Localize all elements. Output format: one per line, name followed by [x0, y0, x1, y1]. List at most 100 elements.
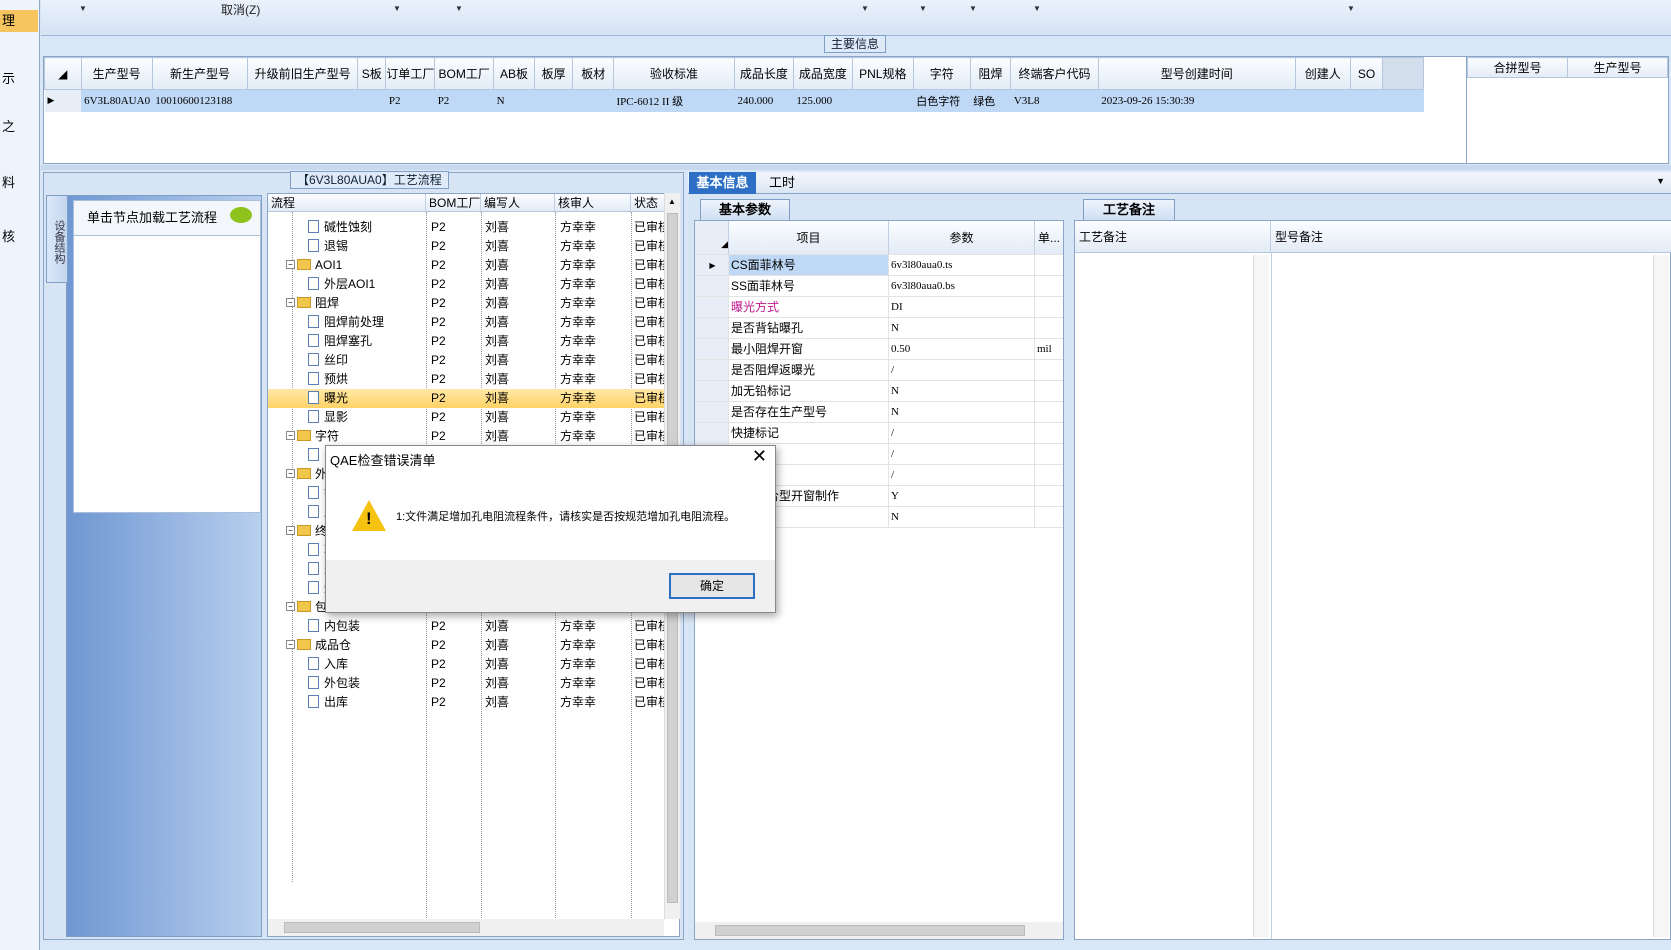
param-unit[interactable] [1035, 381, 1063, 402]
column-header[interactable]: 验收标准 [613, 57, 735, 90]
column-header[interactable]: BOM工厂 [434, 57, 495, 90]
tree-row[interactable]: 碱性蚀刻 P2 刘喜 方幸幸 已审核 [268, 218, 665, 237]
column-header[interactable]: 新生产型号 [151, 57, 249, 90]
tree-row[interactable]: 预烘 P2 刘喜 方幸幸 已审核 [268, 370, 665, 389]
param-unit[interactable] [1035, 402, 1063, 423]
column-header[interactable]: 创建人 [1294, 57, 1351, 90]
tab-process-notes[interactable]: 工艺备注 [1083, 199, 1175, 220]
collapse-icon[interactable]: − [286, 602, 295, 611]
column-header[interactable]: 型号创建时间 [1097, 57, 1296, 90]
tree-node[interactable]: 丝印 [308, 351, 426, 370]
tree-node[interactable]: 预烘 [308, 370, 426, 389]
param-value[interactable]: DI [889, 297, 1035, 318]
param-unit[interactable] [1035, 507, 1063, 528]
param-value[interactable]: N [889, 381, 1035, 402]
param-unit[interactable] [1035, 255, 1063, 276]
param-item[interactable]: 加无铅标记 [729, 381, 889, 402]
tree-node[interactable]: 入库 [308, 655, 426, 674]
column-header[interactable]: 生产型号 [1567, 57, 1668, 78]
chevron-down-icon[interactable]: ▼ [861, 4, 869, 13]
collapse-icon[interactable]: − [286, 526, 295, 535]
tree-node[interactable]: 内包装 [308, 617, 426, 636]
column-header[interactable]: 项目 [729, 221, 889, 255]
param-item[interactable]: 曝光方式 [729, 297, 889, 318]
row-header[interactable] [695, 276, 729, 297]
column-header[interactable]: 成品长度 [733, 57, 794, 90]
grid-cell[interactable]: IPC-6012 II 级 [614, 90, 735, 112]
collapse-icon[interactable]: − [286, 469, 295, 478]
side-tab[interactable]: 设备结构 [46, 195, 68, 283]
chevron-down-icon[interactable]: ▼ [1347, 4, 1355, 13]
tree-row[interactable]: − 阻焊 P2 刘喜 方幸幸 已审核 [268, 294, 665, 313]
tree-node[interactable]: 曝光 [308, 389, 426, 408]
tree-row[interactable]: 显影 P2 刘喜 方幸幸 已审核 [268, 408, 665, 427]
tree-node[interactable]: 退锡 [308, 237, 426, 256]
notes-scrollbar[interactable] [1653, 255, 1669, 937]
column-header[interactable]: BOM工厂 [426, 194, 481, 212]
param-item[interactable]: 是否背钻曝孔 [729, 318, 889, 339]
row-header[interactable] [695, 360, 729, 381]
chevron-down-icon[interactable]: ▼ [969, 4, 977, 13]
column-header[interactable]: 升级前旧生产型号 [247, 57, 358, 90]
grid-cell[interactable]: 绿色 [970, 90, 1011, 112]
grid-cell[interactable] [1295, 90, 1350, 112]
column-header[interactable]: 参数 [889, 221, 1035, 255]
grid-cell[interactable]: 125.000 [793, 90, 852, 112]
collapse-icon[interactable]: − [286, 431, 295, 440]
param-value[interactable]: N [889, 507, 1035, 528]
tree-row[interactable]: 内包装 P2 刘喜 方幸幸 已审核 [268, 617, 665, 636]
grid-cell[interactable] [248, 90, 358, 112]
grid-corner[interactable]: ◢ [44, 57, 82, 90]
param-value[interactable]: N [889, 402, 1035, 423]
param-unit[interactable] [1035, 360, 1063, 381]
cancel-button[interactable]: 取消(Z) [221, 1, 260, 18]
tree-row[interactable]: − 字符 P2 刘喜 方幸幸 已审核 [268, 427, 665, 446]
tree-node[interactable]: − AOI1 [286, 256, 426, 275]
chevron-down-icon[interactable]: ▼ [79, 4, 87, 13]
column-header[interactable]: 型号备注 [1271, 221, 1671, 253]
tree-row[interactable]: 曝光 P2 刘喜 方幸幸 已审核 [268, 389, 665, 408]
tree-node[interactable]: − 字符 [286, 427, 426, 446]
tree-node[interactable]: − 成品仓 [286, 636, 426, 655]
column-header[interactable]: 合拼型号 [1467, 57, 1568, 78]
param-item[interactable]: 快捷标记 [729, 423, 889, 444]
param-value[interactable]: / [889, 444, 1035, 465]
tree-row[interactable]: 出库 P2 刘喜 方幸幸 已审核 [268, 693, 665, 712]
table-row[interactable]: ▶ 6V3L80AUA0 10010600123188 P2 P2 N IPC-… [44, 89, 1424, 112]
column-header[interactable]: 板材 [572, 57, 615, 90]
param-value[interactable]: Y [889, 486, 1035, 507]
param-value[interactable]: / [889, 360, 1035, 381]
chevron-down-icon[interactable]: ▼ [1656, 176, 1665, 186]
close-icon[interactable]: ✕ [752, 446, 767, 467]
param-item[interactable]: SS面菲林号 [729, 276, 889, 297]
left-strip-item[interactable]: 之 [0, 116, 38, 138]
tree-node[interactable]: 碱性蚀刻 [308, 218, 426, 237]
collapse-icon[interactable]: − [286, 640, 295, 649]
tree-node[interactable]: − 阻焊 [286, 294, 426, 313]
chevron-down-icon[interactable]: ▼ [1033, 4, 1041, 13]
grid-cell[interactable]: 6V3L80AUA0 [81, 90, 152, 112]
param-unit[interactable] [1035, 465, 1063, 486]
grid-cell[interactable] [852, 90, 913, 112]
grid-cell[interactable] [573, 90, 614, 112]
param-unit[interactable] [1035, 318, 1063, 339]
row-header[interactable] [695, 318, 729, 339]
param-value[interactable]: / [889, 465, 1035, 486]
column-header[interactable]: 终端客户代码 [1010, 57, 1099, 90]
grid-cell[interactable]: P2 [386, 90, 435, 112]
param-unit[interactable] [1035, 486, 1063, 507]
param-item[interactable]: 最小阻焊开窗 [729, 339, 889, 360]
grid-cell[interactable]: 240.000 [734, 90, 793, 112]
param-unit[interactable] [1035, 423, 1063, 444]
column-header[interactable]: 单... [1035, 221, 1063, 255]
grid-cell[interactable] [357, 90, 385, 112]
grid-cell[interactable]: N [494, 90, 535, 112]
tree-node[interactable]: 显影 [308, 408, 426, 427]
column-header[interactable]: SO [1349, 57, 1384, 90]
grid-cell[interactable]: P2 [435, 90, 494, 112]
param-value[interactable]: 6v3l80aua0.ts [889, 255, 1035, 276]
param-item[interactable]: 是否存在生产型号 [729, 402, 889, 423]
tab-basic-info[interactable]: 基本信息 [689, 172, 756, 194]
tree-horizontal-scrollbar[interactable] [268, 919, 664, 936]
tree-node[interactable]: 阻焊前处理 [308, 313, 426, 332]
